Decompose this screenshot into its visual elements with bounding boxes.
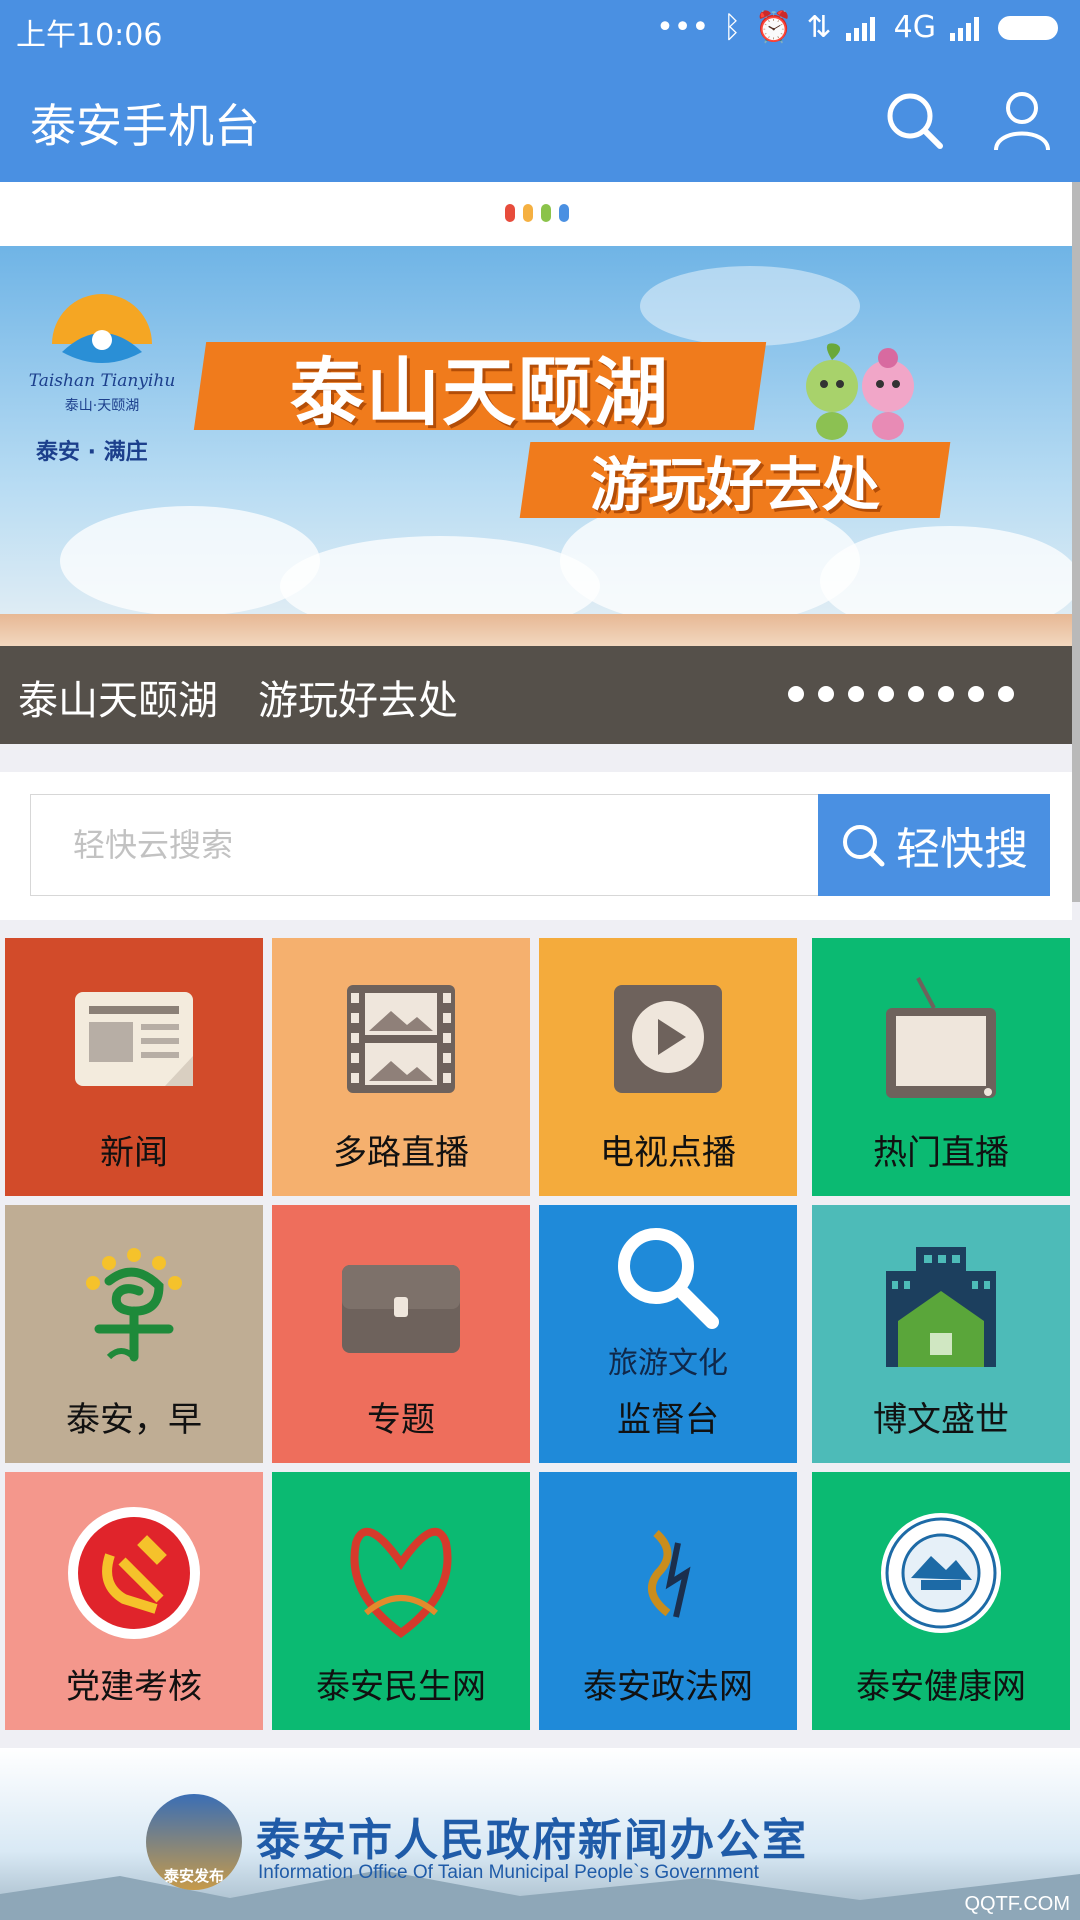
bluetooth-icon: ᛒ — [723, 10, 742, 45]
film-icon — [272, 954, 530, 1124]
logo-cn: 泰山·天颐湖 — [65, 398, 139, 414]
scrollbar[interactable] — [1072, 182, 1080, 902]
loader-dot — [559, 204, 569, 222]
user-icon[interactable] — [990, 88, 1054, 152]
footer-title: 泰安市人民政府新闻办公室 — [256, 1815, 808, 1866]
tile-11[interactable]: 泰安政法网 — [539, 1472, 797, 1730]
app-bar: 泰安手机台 — [0, 58, 1080, 182]
morning-logo-icon — [5, 1221, 263, 1391]
banner-caption: 泰山天颐湖 游玩好去处 — [18, 678, 458, 724]
battery-icon — [998, 15, 1058, 40]
carousel-dot[interactable] — [968, 686, 984, 702]
tile-2[interactable]: 多路直播 — [272, 938, 530, 1196]
status-bar: 上午10:06 ••• ᛒ ⏰ ⇅ 4G — [0, 0, 1080, 58]
alarm-icon: ⏰ — [755, 10, 793, 45]
banner-sand — [0, 614, 1072, 646]
banner-caption-bar: 泰山天颐湖 游玩好去处 — [0, 646, 1072, 744]
carousel-dot[interactable] — [878, 686, 894, 702]
mascot-icon — [806, 343, 914, 440]
tile-label: 热门直播 — [873, 1133, 1009, 1173]
law-logo-icon — [539, 1488, 797, 1658]
app-title: 泰安手机台 — [30, 99, 260, 153]
tile-12[interactable]: 泰安健康网 — [812, 1472, 1070, 1730]
watermark: QQTF.COM — [964, 1893, 1070, 1915]
tile-1[interactable]: 新闻 — [5, 938, 263, 1196]
tile-8[interactable]: 博文盛世 — [812, 1205, 1070, 1463]
search-button[interactable]: 轻快搜 — [818, 794, 1050, 896]
search-icon — [843, 825, 885, 867]
tile-label: 新闻 — [100, 1133, 168, 1173]
briefcase-icon — [272, 1221, 530, 1391]
carousel-dot[interactable] — [908, 686, 924, 702]
tile-label: 泰安健康网 — [856, 1667, 1026, 1707]
ribbon-logo-icon — [272, 1488, 530, 1658]
tile-9[interactable]: 党建考核 — [5, 1472, 263, 1730]
search-section: 轻快云搜索 轻快搜 — [0, 772, 1072, 920]
banner-subheadline: 游玩好去处 — [589, 451, 880, 519]
tile-label: 电视点播 — [600, 1133, 736, 1173]
data-transfer-icon: ⇅ — [806, 10, 832, 45]
loader-dot — [505, 204, 515, 222]
tv-icon — [812, 954, 1070, 1124]
search-button-label: 轻快搜 — [896, 824, 1028, 875]
banner-subheadline-box: 游玩好去处 — [519, 442, 951, 519]
network-type: 4G — [893, 10, 936, 45]
tile-label: 泰安政法网 — [583, 1667, 753, 1707]
tile-5[interactable]: 泰安，早 — [5, 1205, 263, 1463]
tile-7[interactable]: 旅游文化 监督台 — [539, 1205, 797, 1463]
carousel-dot[interactable] — [788, 686, 804, 702]
carousel-dot[interactable] — [938, 686, 954, 702]
tile-label: 专题 — [367, 1400, 435, 1440]
building-icon — [812, 1221, 1070, 1391]
logo-tagline: 泰安 · 满庄 — [36, 440, 148, 465]
tile-label: 泰安，早 — [66, 1400, 202, 1440]
carousel-dot[interactable] — [848, 686, 864, 702]
carousel-dot[interactable] — [818, 686, 834, 702]
loader-dot — [541, 204, 551, 222]
banner-headline-box: 泰山天颐湖 — [193, 342, 767, 436]
play-icon — [539, 954, 797, 1124]
tile-label: 党建考核 — [66, 1667, 202, 1707]
signal-icon-2 — [950, 16, 979, 41]
search-input[interactable]: 轻快云搜索 — [30, 794, 818, 896]
status-icons: ••• ᛒ ⏰ ⇅ 4G — [656, 10, 1058, 45]
tile-10[interactable]: 泰安民生网 — [272, 1472, 530, 1730]
tile-label: 多路直播 — [333, 1133, 469, 1173]
tile-4[interactable]: 热门直播 — [812, 938, 1070, 1196]
carousel-dot[interactable] — [998, 686, 1014, 702]
carousel-dots — [788, 686, 1014, 702]
signal-icon — [845, 16, 875, 41]
tile-3[interactable]: 电视点播 — [539, 938, 797, 1196]
magnifier-icon: 旅游文化 — [539, 1215, 797, 1385]
health-seal-icon — [812, 1488, 1070, 1658]
party-emblem-icon — [5, 1488, 263, 1658]
tile-6[interactable]: 专题 — [272, 1205, 530, 1463]
footer-subtitle: Information Office Of Taian Municipal Pe… — [258, 1862, 759, 1883]
loading-indicator — [505, 204, 569, 222]
footer-banner[interactable]: 泰安发布 泰安市人民政府新闻办公室 Information Office Of … — [0, 1748, 1080, 1920]
tianyihu-logo-icon: Taishan Tianyihu 泰山·天颐湖 — [29, 294, 176, 414]
tile-label: 监督台 — [617, 1400, 719, 1440]
tile-label: 泰安民生网 — [316, 1667, 486, 1707]
more-icon: ••• — [656, 10, 710, 45]
taian-release-seal-icon: 泰安发布 — [146, 1794, 242, 1890]
search-icon[interactable] — [882, 88, 946, 152]
banner-carousel[interactable]: Taishan Tianyihu 泰山·天颐湖 泰安 · 满庄 泰山天颐湖 游玩… — [0, 246, 1072, 646]
newspaper-icon — [5, 954, 263, 1124]
seal-text: 泰安发布 — [163, 1867, 224, 1885]
logo-brand: Taishan Tianyihu — [29, 371, 176, 391]
tile-label: 博文盛世 — [873, 1400, 1009, 1440]
tile-sublabel: 旅游文化 — [608, 1346, 728, 1381]
banner-headline: 泰山天颐湖 — [290, 349, 670, 436]
loader-dot — [523, 204, 533, 222]
loading-strip — [0, 182, 1072, 246]
status-time: 上午10:06 — [16, 18, 163, 53]
